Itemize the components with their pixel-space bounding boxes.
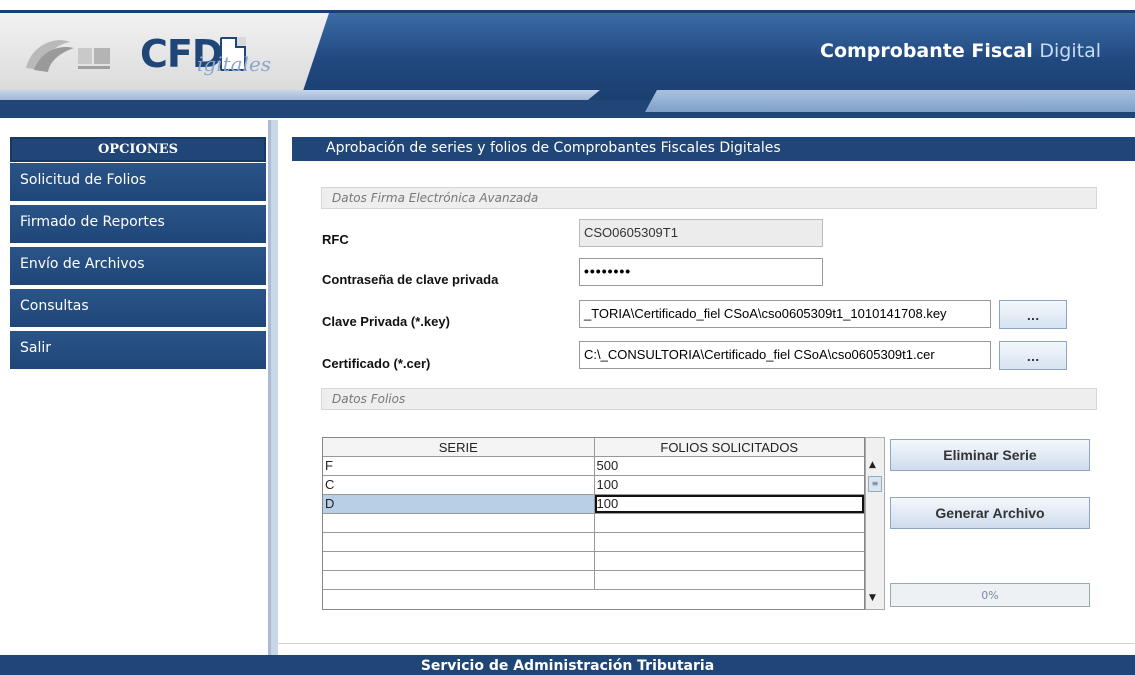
sidebar-heading: OPCIONES (10, 137, 266, 162)
column-header-folios[interactable]: FOLIOS SOLICITADOS (595, 438, 865, 456)
sidebar-item-envio-archivos[interactable]: Envío de Archivos (10, 247, 266, 285)
cell-serie[interactable] (323, 571, 595, 589)
cfd-logo-subtitle: igitales (197, 52, 272, 76)
browse-cer-button[interactable]: ... (999, 341, 1067, 370)
app-title-accent: Digital (1039, 40, 1101, 62)
table-header: SERIE FOLIOS SOLICITADOS (323, 438, 864, 457)
cell-serie[interactable]: D (323, 495, 595, 513)
rfc-label: RFC (322, 232, 349, 247)
cell-folios[interactable]: 500 (595, 457, 865, 475)
delete-serie-button[interactable]: Eliminar Serie (890, 439, 1090, 471)
cell-folios[interactable] (595, 533, 865, 551)
cell-serie[interactable] (323, 552, 595, 570)
cell-folios[interactable]: 100 (595, 476, 865, 494)
sidebar-item-firmado-reportes[interactable]: Firmado de Reportes (10, 205, 266, 243)
cell-folios[interactable] (595, 514, 865, 532)
cell-serie[interactable]: F (323, 457, 595, 475)
sidebar-item-salir[interactable]: Salir (10, 331, 266, 369)
cell-folios[interactable] (595, 571, 865, 589)
key-path-field[interactable]: _TORIA\Certificado_fiel CSoA\cso0605309t… (579, 300, 991, 328)
app-title-main: Comprobante Fiscal (820, 40, 1033, 62)
cell-folios-editing[interactable]: 100 (594, 495, 864, 513)
table-row[interactable] (323, 533, 864, 552)
header-top-strip (0, 10, 1135, 13)
cell-serie[interactable] (323, 533, 595, 551)
header-accent-strip-left (0, 90, 600, 100)
footer-bar: Servicio de Administración Tributaria (0, 655, 1135, 675)
header-accent-strip-right (645, 90, 1135, 112)
table-row[interactable] (323, 571, 864, 590)
cell-serie[interactable]: C (323, 476, 595, 494)
password-label: Contraseña de clave privada (322, 272, 499, 287)
app-title: Comprobante Fiscal Digital (820, 40, 1101, 62)
rfc-field: CSO0605309T1 (579, 219, 823, 247)
scroll-up-icon[interactable]: ▲ (869, 460, 876, 470)
folios-table: SERIE FOLIOS SOLICITADOS F 500 C 100 D 1… (322, 437, 865, 610)
password-field[interactable]: •••••••• (579, 258, 823, 286)
cell-folios[interactable] (595, 552, 865, 570)
progress-bar: 0% (890, 583, 1090, 607)
sidebar-menu: OPCIONES Solicitud de Folios Firmado de … (10, 137, 266, 373)
sidebar-item-consultas[interactable]: Consultas (10, 289, 266, 327)
section-folios-header: Datos Folios (321, 388, 1097, 410)
scroll-down-icon[interactable]: ▼ (869, 593, 876, 603)
cer-label: Certificado (*.cer) (322, 356, 431, 371)
section-firma-header: Datos Firma Electrónica Avanzada (321, 187, 1097, 209)
browse-key-button[interactable]: ... (999, 300, 1067, 329)
app-header: CFD igitales Comprobante Fiscal Digital (0, 10, 1135, 118)
generate-file-button[interactable]: Generar Archivo (890, 497, 1090, 529)
key-label: Clave Privada (*.key) (322, 314, 450, 329)
progress-text: 0% (981, 588, 999, 602)
cell-serie[interactable] (323, 514, 595, 532)
table-row[interactable] (323, 552, 864, 571)
content-divider (278, 643, 1135, 644)
table-scrollbar[interactable]: ▲ ≡ ▼ (865, 437, 885, 610)
column-header-serie[interactable]: SERIE (323, 438, 595, 456)
table-row[interactable]: F 500 (323, 457, 864, 476)
government-seal-logo (26, 40, 110, 72)
sidebar-item-solicitud-folios[interactable]: Solicitud de Folios (10, 163, 266, 201)
sidebar-divider-edge (268, 120, 271, 655)
cer-path-field[interactable]: C:\_CONSULTORIA\Certificado_fiel CSoA\cs… (579, 341, 991, 369)
table-row[interactable] (323, 514, 864, 533)
page-title: Aprobación de series y folios de Comprob… (292, 137, 1135, 161)
table-row-selected[interactable]: D 100 (323, 495, 864, 514)
scroll-thumb[interactable]: ≡ (868, 476, 882, 492)
table-row[interactable]: C 100 (323, 476, 864, 495)
